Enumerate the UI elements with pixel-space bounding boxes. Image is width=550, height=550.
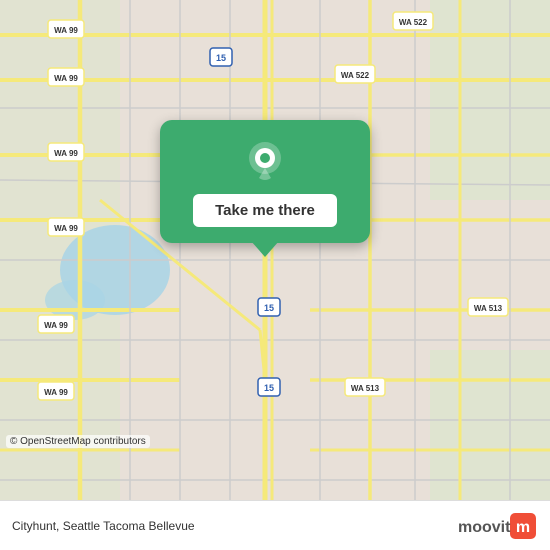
svg-text:15: 15 <box>264 383 274 393</box>
svg-text:WA 513: WA 513 <box>474 304 503 313</box>
osm-attribution: © OpenStreetMap contributors <box>6 435 150 448</box>
svg-text:WA 99: WA 99 <box>54 26 78 35</box>
moovit-logo-svg: m moovit <box>458 511 538 541</box>
svg-text:15: 15 <box>264 303 274 313</box>
svg-text:WA 99: WA 99 <box>54 74 78 83</box>
svg-text:WA 522: WA 522 <box>399 18 428 27</box>
svg-text:WA 99: WA 99 <box>44 388 68 397</box>
app-name-label: Cityhunt, Seattle Tacoma Bellevue <box>12 519 195 533</box>
map-container: WA 99 WA 522 WA 99 WA 522 15 WA 99 WA 99… <box>0 0 550 500</box>
svg-text:WA 99: WA 99 <box>54 224 78 233</box>
moovit-logo: m moovit <box>458 511 538 541</box>
svg-text:moovit: moovit <box>458 519 511 536</box>
svg-text:15: 15 <box>216 53 226 63</box>
bottom-bar-left: Cityhunt, Seattle Tacoma Bellevue <box>12 519 195 533</box>
svg-text:WA 513: WA 513 <box>351 384 380 393</box>
popup-card: Take me there <box>160 120 370 243</box>
svg-text:m: m <box>516 519 530 536</box>
location-pin-icon <box>243 140 287 184</box>
svg-text:WA 99: WA 99 <box>44 321 68 330</box>
take-me-there-button[interactable]: Take me there <box>193 194 337 227</box>
bottom-bar: Cityhunt, Seattle Tacoma Bellevue m moov… <box>0 500 550 550</box>
svg-text:WA 522: WA 522 <box>341 71 370 80</box>
svg-text:WA 99: WA 99 <box>54 149 78 158</box>
